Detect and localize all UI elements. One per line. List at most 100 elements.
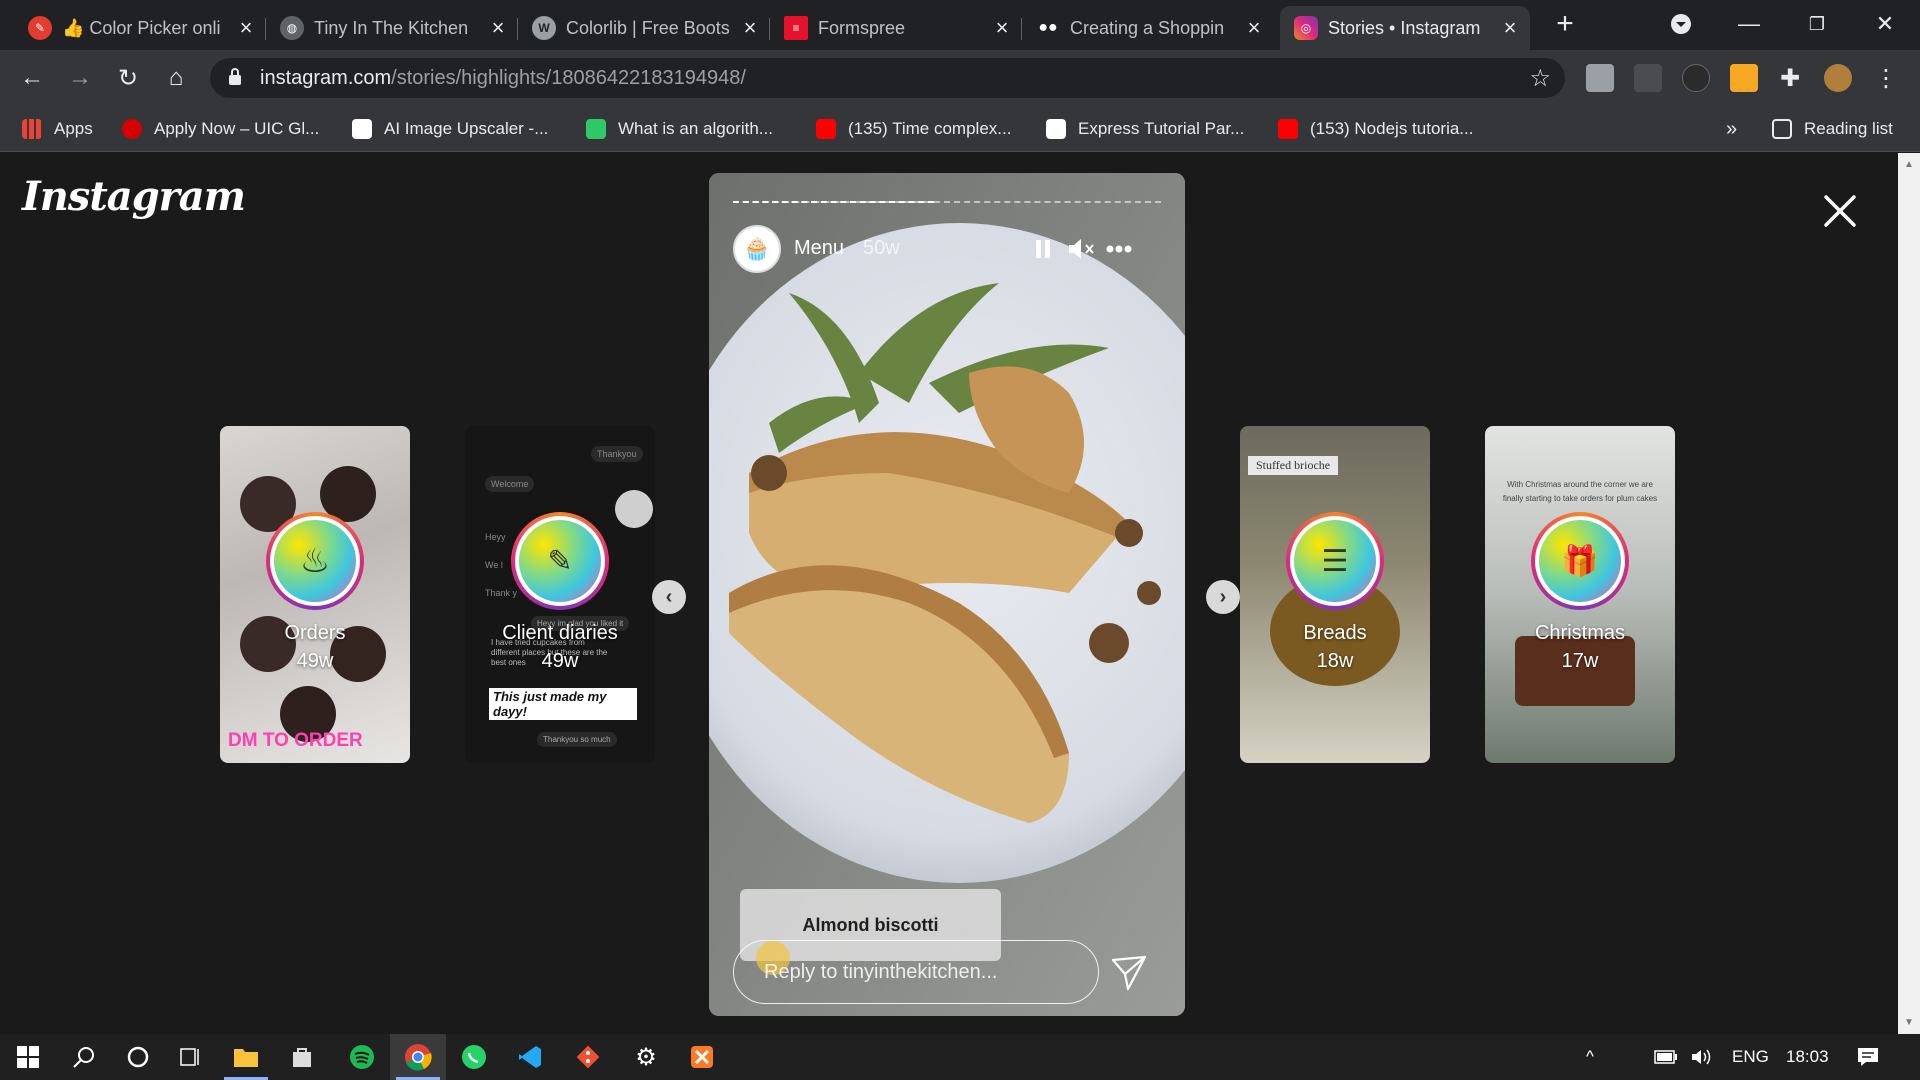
scroll-down-icon[interactable]: ▼	[1904, 1017, 1914, 1028]
volume-icon[interactable]	[1690, 1034, 1714, 1080]
story-viewer-card[interactable]: 🧁 Menu 50w Almond biscotti Reply to tiny…	[709, 173, 1185, 1016]
profile-avatar[interactable]	[1824, 64, 1852, 92]
bookmark-star-icon[interactable]: ☆	[1529, 64, 1551, 93]
extension-check-icon[interactable]	[1634, 64, 1662, 92]
highlight-age: 49w	[541, 650, 579, 672]
bookmarks-overflow-button[interactable]: »	[1726, 106, 1737, 152]
highlight-card-client-diaries[interactable]: Thankyou Welcome Heyy We l Thank y Heyy …	[465, 426, 655, 763]
taskbar-search-icon[interactable]	[56, 1034, 112, 1080]
highlight-cover-ring: ♨	[266, 512, 364, 610]
pause-icon[interactable]	[1027, 233, 1059, 265]
chrome-icon[interactable]	[390, 1034, 446, 1080]
bookmark-algorithm[interactable]: What is an algorith...	[586, 106, 773, 152]
language-indicator[interactable]: ENG	[1732, 1034, 1769, 1080]
extensions-puzzle-icon[interactable]: ✚	[1772, 60, 1808, 96]
highlight-age: 49w	[296, 650, 334, 672]
tab-stories-instagram[interactable]: ◎ Stories • Instagram ×	[1280, 6, 1530, 50]
extension-google-docs-icon[interactable]	[1586, 64, 1614, 92]
close-window-icon[interactable]: ✕	[1860, 6, 1910, 42]
restore-icon[interactable]: ❐	[1792, 6, 1842, 42]
bookmark-express-tutorial[interactable]: Express Tutorial Par...	[1046, 106, 1244, 152]
tab-tiny-in-the-kitchen[interactable]: ◍ Tiny In The Kitchen ×	[266, 6, 518, 50]
spotify-icon[interactable]	[334, 1034, 390, 1080]
cortana-icon[interactable]	[110, 1034, 166, 1080]
more-menu-icon[interactable]: ⋮	[1868, 60, 1904, 96]
highlight-card-breads[interactable]: Stuffed brioche ☰ Breads 18w	[1240, 426, 1430, 763]
tab-color-picker[interactable]: ✎ 👍 Color Picker onli ×	[14, 6, 266, 50]
file-explorer-icon[interactable]	[218, 1034, 274, 1080]
task-view-icon[interactable]	[162, 1034, 218, 1080]
vscode-icon[interactable]	[502, 1034, 558, 1080]
back-icon[interactable]: ←	[14, 60, 50, 96]
battery-icon[interactable]	[1654, 1034, 1678, 1080]
bookmark-apply-now[interactable]: Apply Now – UIC Gl...	[122, 106, 319, 152]
browser-tab-strip: ✎ 👍 Color Picker onli × ◍ Tiny In The Ki…	[0, 0, 1920, 50]
tab-creating-a-shopping[interactable]: ●● Creating a Shoppin ×	[1022, 6, 1274, 50]
bookmark-ai-upscaler[interactable]: AI Image Upscaler -...	[352, 106, 548, 152]
bookmark-nodejs-tutorial[interactable]: (153) Nodejs tutoria...	[1278, 106, 1473, 152]
windows-start-icon[interactable]	[0, 1034, 56, 1080]
git-icon[interactable]	[560, 1034, 616, 1080]
youtube-icon	[1278, 119, 1298, 139]
page-scrollbar[interactable]: ▲ ▼	[1898, 153, 1920, 1034]
extension-circle-icon[interactable]	[1682, 64, 1710, 92]
store-icon[interactable]	[274, 1034, 330, 1080]
whatsapp-icon[interactable]	[446, 1034, 502, 1080]
gifts-icon: 🎁	[1539, 520, 1621, 602]
highlight-name: Client diaries	[502, 622, 618, 644]
new-tab-button[interactable]: +	[1540, 6, 1590, 42]
stuffed-brioche-label: Stuffed brioche	[1248, 456, 1339, 475]
tab-title: Formspree	[818, 17, 906, 38]
tab-formspree[interactable]: ≡ Formspree ×	[770, 6, 1022, 50]
send-icon[interactable]	[1110, 954, 1148, 992]
reading-list-icon	[1772, 119, 1792, 139]
highlight-card-orders[interactable]: ♨ Orders 49w DM TO ORDER	[220, 426, 410, 763]
clock[interactable]: 18:03	[1786, 1034, 1829, 1080]
extension-linux-icon[interactable]	[1730, 64, 1758, 92]
close-tab-icon[interactable]: ×	[1500, 15, 1520, 41]
tab-search-icon[interactable]	[1656, 6, 1706, 42]
lock-icon[interactable]	[228, 68, 242, 86]
express-icon	[1046, 119, 1066, 139]
reply-input[interactable]: Reply to tinyinthekitchen...	[733, 940, 1099, 1004]
reload-icon[interactable]: ↻	[110, 60, 146, 96]
minimize-icon[interactable]: —	[1724, 6, 1774, 42]
tray-chevron[interactable]: ^	[1586, 1034, 1594, 1080]
close-tab-icon[interactable]: ×	[740, 15, 760, 41]
close-tab-icon[interactable]: ×	[992, 15, 1012, 41]
url-text: instagram.com/stories/highlights/1808642…	[260, 67, 746, 90]
close-tab-icon[interactable]: ×	[488, 15, 508, 41]
notifications-icon[interactable]	[1856, 1034, 1880, 1080]
apps-grid-icon	[22, 119, 42, 139]
forward-icon[interactable]: →	[62, 60, 98, 96]
chat-bubble: We l	[485, 560, 503, 570]
close-tab-icon[interactable]: ×	[236, 15, 256, 41]
chat-bubble: Thank y	[485, 588, 518, 598]
story-progress-fill	[733, 201, 935, 203]
chat-bubble: Thankyou	[591, 446, 643, 462]
story-avatar[interactable]: 🧁	[733, 225, 781, 273]
highlight-name: Breads	[1303, 622, 1367, 644]
instagram-favicon-icon: ◎	[1294, 16, 1318, 40]
home-icon[interactable]: ⌂	[158, 60, 194, 96]
instagram-logo[interactable]: Instagram	[22, 173, 246, 220]
highlight-cover-ring: ☰	[1286, 512, 1384, 610]
tab-colorlib[interactable]: W Colorlib | Free Boots ×	[518, 6, 770, 50]
color-picker-favicon-icon: ✎	[28, 16, 52, 40]
story-title[interactable]: Menu	[794, 237, 844, 260]
xampp-icon[interactable]	[674, 1034, 730, 1080]
close-stories-icon[interactable]	[1820, 191, 1860, 231]
scroll-up-icon[interactable]: ▲	[1904, 159, 1914, 170]
previous-story-arrow-icon[interactable]: ‹	[652, 580, 686, 614]
address-bar[interactable]: instagram.com/stories/highlights/1808642…	[210, 58, 1565, 98]
bookmark-apps[interactable]: Apps	[22, 106, 93, 152]
cupcake-logo-icon: 🧁	[743, 236, 771, 261]
bookmark-time-complexity[interactable]: (135) Time complex...	[816, 106, 1011, 152]
highlight-card-christmas[interactable]: With Christmas around the corner we are …	[1485, 426, 1675, 763]
next-story-arrow-icon[interactable]: ›	[1206, 580, 1240, 614]
mute-icon[interactable]	[1065, 233, 1097, 265]
reading-list-button[interactable]: Reading list	[1772, 106, 1893, 152]
more-options-icon[interactable]	[1103, 233, 1135, 265]
close-tab-icon[interactable]: ×	[1244, 15, 1264, 41]
settings-gear-icon[interactable]: ⚙	[618, 1034, 674, 1080]
